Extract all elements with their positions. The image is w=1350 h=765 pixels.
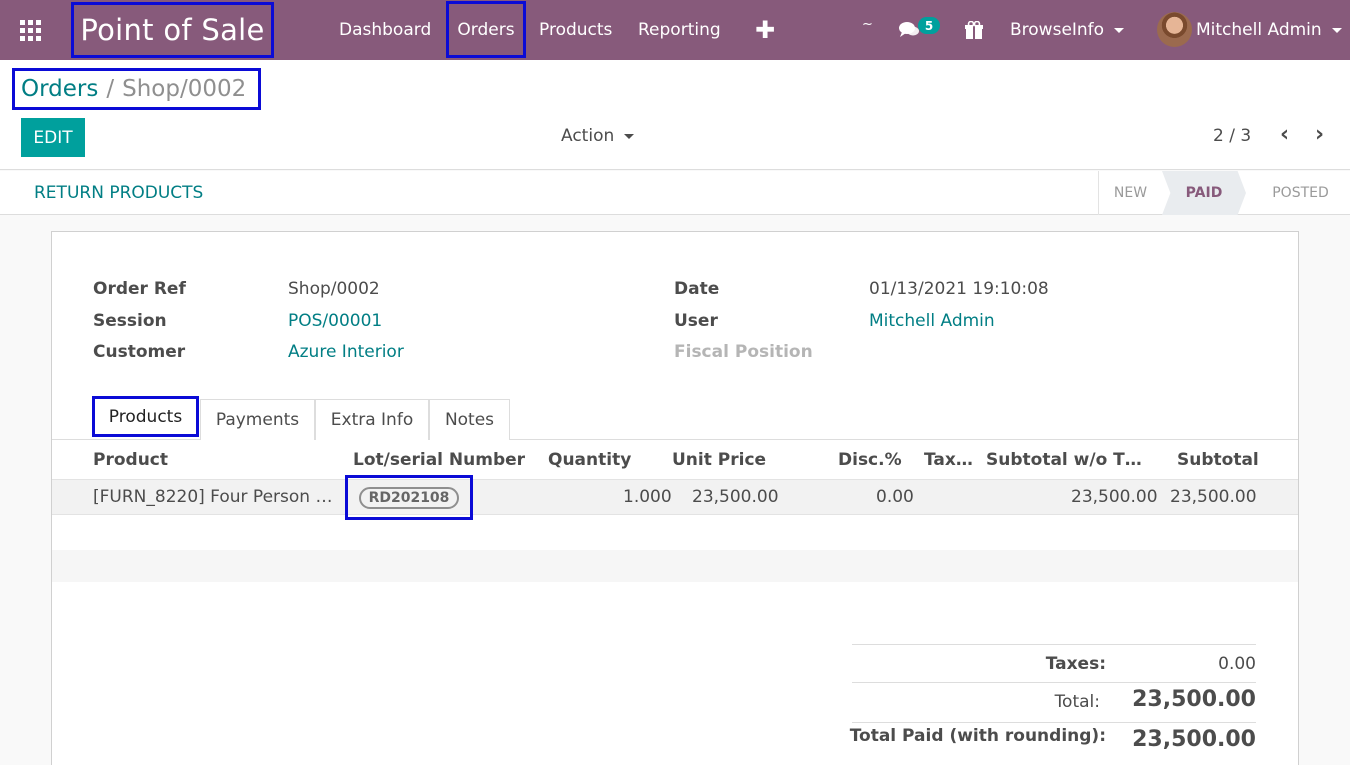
- pager-next-button[interactable]: ›: [1315, 124, 1324, 146]
- stage-posted[interactable]: POSTED: [1253, 171, 1348, 215]
- total-paid-value: 23,500.00: [1132, 727, 1256, 752]
- user-label: User: [674, 311, 718, 331]
- tilde-icon: ~: [862, 16, 873, 32]
- total-label: Total:: [1054, 692, 1100, 712]
- action-label: Action: [561, 126, 615, 146]
- breadcrumb: Orders / Shop/0002: [12, 68, 261, 110]
- menu-reporting[interactable]: Reporting: [638, 0, 721, 60]
- order-ref-label: Order Ref: [93, 279, 186, 299]
- company-switcher[interactable]: BrowseInfo: [1010, 0, 1125, 60]
- col-header-product[interactable]: Product: [93, 450, 168, 470]
- row-product: [FURN_8220] Four Person …: [93, 487, 333, 507]
- session-link[interactable]: POS/00001: [288, 311, 382, 331]
- chevron-down-icon: [624, 133, 635, 139]
- chevron-down-icon: [1331, 27, 1342, 33]
- user-menu[interactable]: Mitchell Admin: [1196, 0, 1342, 60]
- col-header-unit-price[interactable]: Unit Price: [672, 450, 766, 470]
- total-paid-label: Total Paid (with rounding):: [849, 726, 1106, 746]
- pager-value: 2 / 3: [1213, 126, 1252, 146]
- order-form-sheet: Order Ref Shop/0002 Session POS/00001 Cu…: [51, 231, 1299, 765]
- edit-button[interactable]: EDIT: [21, 118, 85, 157]
- stage-paid[interactable]: PAID: [1162, 171, 1246, 215]
- totals-divider: [852, 644, 1256, 645]
- row-unit-price: 23,500.00: [692, 487, 779, 507]
- lot-tag[interactable]: RD202108: [358, 486, 460, 509]
- fiscal-position-label: Fiscal Position: [674, 342, 813, 362]
- col-header-subtotal-wo-tax[interactable]: Subtotal w/o T…: [986, 450, 1142, 470]
- col-header-lot[interactable]: Lot/serial Number: [353, 450, 525, 470]
- col-header-discount[interactable]: Disc.%: [838, 450, 902, 470]
- chat-count-badge: 5: [918, 17, 940, 34]
- total-value: 23,500.00: [1132, 687, 1256, 712]
- tab-payments[interactable]: Payments: [200, 399, 315, 440]
- row-subtotal-wo-tax: 23,500.00: [1071, 487, 1158, 507]
- pager-previous-button[interactable]: ‹: [1280, 124, 1289, 146]
- totals-divider: [852, 722, 1256, 723]
- menu-products[interactable]: Products: [539, 0, 612, 60]
- chevron-down-icon: [1114, 27, 1125, 33]
- stage-new[interactable]: NEW: [1098, 171, 1162, 215]
- date-label: Date: [674, 279, 720, 299]
- gift-icon[interactable]: [964, 0, 984, 60]
- control-panel: Orders / Shop/0002 EDIT Action 2 / 3 ‹ ›: [0, 60, 1350, 170]
- tab-extra-info[interactable]: Extra Info: [315, 399, 429, 440]
- customer-link[interactable]: Azure Interior: [288, 342, 404, 362]
- tab-notes[interactable]: Notes: [429, 399, 510, 440]
- menu-dashboard[interactable]: Dashboard: [339, 0, 431, 60]
- action-dropdown[interactable]: Action: [561, 126, 635, 146]
- breadcrumb-current: Shop/0002: [122, 76, 247, 102]
- col-header-taxes[interactable]: Tax…: [924, 450, 973, 470]
- date-value: 01/13/2021 19:10:08: [869, 279, 1049, 299]
- totals-divider: [852, 682, 1256, 683]
- col-header-subtotal[interactable]: Subtotal: [1177, 450, 1259, 470]
- user-avatar[interactable]: [1157, 12, 1192, 47]
- chat-icon[interactable]: [898, 0, 920, 60]
- app-brand[interactable]: Point of Sale: [71, 2, 274, 58]
- row-subtotal: 23,500.00: [1170, 487, 1257, 507]
- user-link[interactable]: Mitchell Admin: [869, 311, 995, 331]
- menu-orders[interactable]: Orders: [446, 1, 526, 58]
- lot-highlight: RD202108: [345, 475, 473, 520]
- add-menu-icon[interactable]: ✚: [755, 0, 775, 60]
- top-navbar: Point of Sale Dashboard Orders Products …: [0, 0, 1350, 60]
- status-bar: RETURN PRODUCTS NEW PAID POSTED: [0, 171, 1350, 215]
- breadcrumb-separator: /: [106, 76, 115, 102]
- user-name: Mitchell Admin: [1196, 20, 1322, 40]
- breadcrumb-orders-link[interactable]: Orders: [21, 76, 98, 102]
- return-products-button[interactable]: RETURN PRODUCTS: [34, 183, 203, 203]
- order-ref-value: Shop/0002: [288, 279, 380, 299]
- customer-label: Customer: [93, 342, 186, 362]
- taxes-value: 0.00: [1218, 654, 1256, 674]
- tab-products[interactable]: Products: [92, 396, 199, 437]
- row-quantity: 1.000: [623, 487, 672, 507]
- empty-table-row: [52, 550, 1298, 582]
- taxes-label: Taxes:: [1045, 654, 1106, 674]
- apps-menu-icon[interactable]: [20, 0, 44, 60]
- col-header-quantity[interactable]: Quantity: [548, 450, 631, 470]
- session-label: Session: [93, 311, 167, 331]
- company-name: BrowseInfo: [1010, 20, 1105, 40]
- row-discount: 0.00: [876, 487, 914, 507]
